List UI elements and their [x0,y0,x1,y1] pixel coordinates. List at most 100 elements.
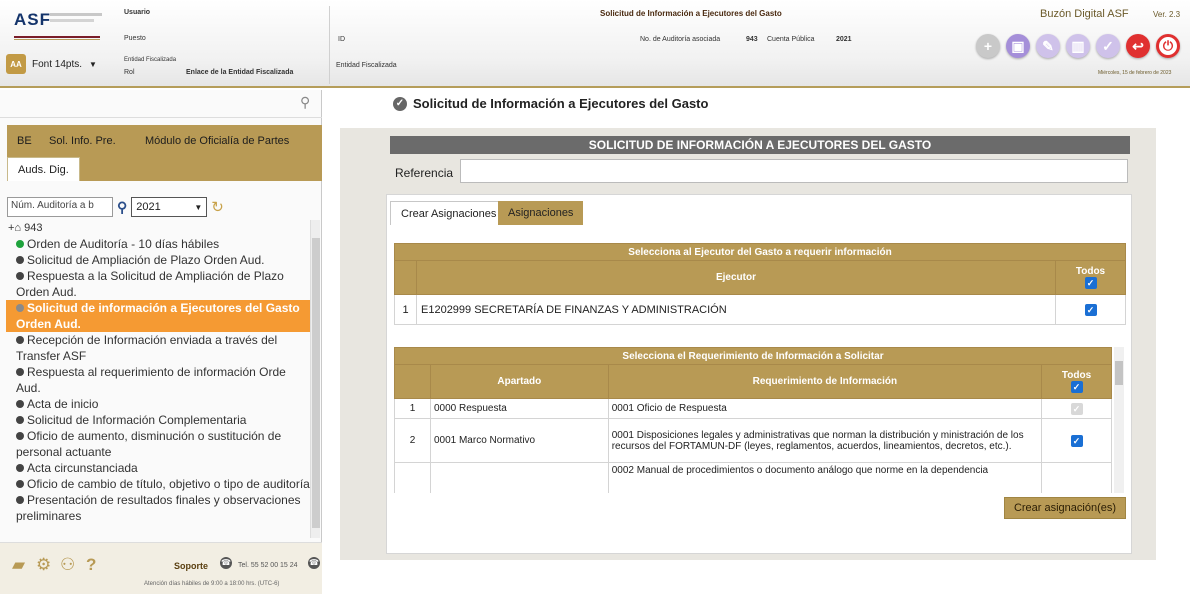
requerimiento-cell: 0002 Manual de procedimientos o document… [607,462,1043,493]
asf-logo: ASF [6,6,106,40]
save-icon[interactable]: ▣ [1006,34,1030,58]
folder-icon[interactable]: ▰ [12,555,25,575]
buzon-title: Buzón Digital ASF [1040,8,1129,20]
tree-item[interactable]: Oficio de aumento, disminución o sustitu… [6,428,310,460]
tree-item[interactable]: Respuesta al requerimiento de informació… [6,364,310,396]
pin-icon[interactable]: ⚲ [300,94,310,111]
form-card: SOLICITUD DE INFORMACIÓN A EJECUTORES DE… [340,128,1156,560]
atencion-label: Atención días hábiles de 9:00 a 18:00 hr… [144,581,280,587]
table-row: 1 E1202999 SECRETARÍA DE FINANZAS Y ADMI… [394,294,1126,325]
check-circle-icon: ✓ [393,96,407,111]
user-icon[interactable]: ⚇ [60,555,75,575]
requerimiento-cell: 0001 Disposiciones legales y administrat… [607,418,1043,463]
left-tabs: BE Sol. Info. Pre. Módulo de Oficialía d… [7,125,322,181]
tree-item[interactable]: Orden de Auditoría - 10 días hábiles [6,236,310,252]
status-dot-icon [16,496,24,504]
table-row: 0002 Manual de procedimientos o document… [394,462,1112,493]
page-heading: ✓ Solicitud de Información a Ejecutores … [393,96,708,111]
tree-item[interactable]: Solicitud de Ampliación de Plazo Orden A… [6,252,310,268]
table-row: 1 0000 Respuesta 0001 Oficio de Respuest… [394,398,1112,419]
status-dot-icon [16,304,24,312]
tree-root-label: 943 [24,222,43,234]
edit-icon[interactable]: ✎ [1036,34,1060,58]
apartado-cell: 0000 Respuesta [429,398,609,419]
status-dot-icon [16,368,24,376]
phone-label: Tel. 55 52 00 15 24 [238,562,298,569]
support-icon[interactable]: ☎ [220,557,232,569]
todos-header: Todos ✓ [1055,260,1126,295]
crear-asignacion-button[interactable]: Crear asignación(es) [1004,497,1126,519]
tree-item[interactable]: Acta de inicio [6,396,310,412]
tree-item[interactable]: Presentación de resultados finales y obs… [6,492,310,524]
todos-checkbox[interactable]: ✓ [1070,381,1083,393]
ejecutor-caption: Selecciona al Ejecutor del Gasto a reque… [394,243,1126,261]
refresh-icon[interactable]: ↻ [211,198,224,216]
delete-icon[interactable]: ▥ [1066,34,1090,58]
auditoria-label: No. de Auditoría asociada [640,36,721,43]
top-header: ASF Usuario Puesto Entidad Fiscalizada R… [0,0,1190,88]
audit-search-row: Núm. Auditoría a b ⚲ 2021 ▼ ↻ [7,196,322,218]
sign-icon[interactable]: ✓ [1096,34,1120,58]
chevron-down-icon: ▼ [89,59,97,69]
settings-icon[interactable]: ⚙ [36,555,51,575]
version-label: Ver. 2.3 [1153,10,1181,19]
tree-item[interactable]: Respuesta a la Solicitud de Ampliación d… [6,268,310,300]
logo-text: ASF [14,10,51,29]
requerimiento-checkbox-disabled[interactable]: ✓ [1070,402,1083,415]
status-dot-icon [16,272,24,280]
status-dot-icon [16,256,24,264]
status-dot-icon [16,336,24,344]
status-dot-icon [16,464,24,472]
add-icon[interactable]: + [976,34,1000,58]
audit-search-input[interactable]: Núm. Auditoría a b [7,197,113,217]
ejecutor-name: E1202999 SECRETARÍA DE FINANZAS Y ADMINI… [416,294,1056,325]
soporte-label: Soporte [174,561,209,571]
todos-checkbox[interactable]: ✓ [1084,277,1097,289]
cuenta-value: 2021 [836,36,852,43]
font-size-selector[interactable]: AA Font 14pts. ▼ [6,54,118,74]
todos-header: Todos ✓ [1041,364,1112,399]
requerimiento-scrollbar[interactable] [1114,347,1124,493]
tree-root[interactable]: +⌂ 943 [6,220,310,236]
ejecutor-header: Ejecutor [416,260,1056,295]
assignments-panel: Crear Asignaciones Asignaciones Seleccio… [386,194,1132,554]
chevron-down-icon: ▼ [194,202,203,212]
tab-sol-info-pre[interactable]: Sol. Info. Pre. [39,129,126,153]
pin-row: ⚲ [0,90,322,118]
tab-auds-dig[interactable]: Auds. Dig. [7,157,80,181]
req-caption: Selecciona el Requerimiento de Informaci… [394,347,1112,365]
year-select[interactable]: 2021 ▼ [131,197,208,217]
ejecutor-table: Selecciona al Ejecutor del Gasto a reque… [394,243,1126,325]
tree-item-selected[interactable]: Solicitud de información a Ejecutores de… [6,300,310,332]
window-title: Solicitud de Información a Ejecutores de… [600,9,782,18]
action-toolbar: + ▣ ✎ ▥ ✓ ↩ ⏻ [976,34,1180,58]
id-label: ID [338,36,345,43]
tab-asignaciones[interactable]: Asignaciones [498,201,584,225]
ejecutor-checkbox[interactable]: ✓ [1084,303,1097,316]
card-title: SOLICITUD DE INFORMACIÓN A EJECUTORES DE… [390,136,1130,154]
status-dot-icon [16,416,24,424]
left-panel: ⚲ BE Sol. Info. Pre. Módulo de Oficialía… [0,90,322,594]
tree-item[interactable]: Recepción de Información enviada a travé… [6,332,310,364]
back-icon[interactable]: ↩ [1126,34,1150,58]
tree-item[interactable]: Acta circunstanciada [6,460,310,476]
apartado-cell [429,462,609,493]
left-footer: ▰ ⚙ ⚇ ? Soporte ☎ Tel. 55 52 00 15 24 ☎ … [0,542,322,594]
tree-scrollbar[interactable] [310,220,320,538]
audit-tree: +⌂ 943 Orden de Auditoría - 10 días hábi… [6,220,310,538]
power-icon[interactable]: ⏻ [1156,34,1180,58]
tree-item[interactable]: Oficio de cambio de título, objetivo o t… [6,476,310,492]
requerimiento-checkbox[interactable]: ✓ [1070,434,1083,447]
tab-oficialia-partes[interactable]: Módulo de Oficialía de Partes [135,129,299,153]
requerimiento-cell: 0001 Oficio de Respuesta [607,398,1043,419]
table-row: 2 0001 Marco Normativo 0001 Disposicione… [394,418,1112,463]
tree-item[interactable]: Solicitud de Información Complementaria [6,412,310,428]
search-icon[interactable]: ⚲ [117,199,127,216]
help-icon[interactable]: ? [86,555,96,575]
tab-crear-asignaciones[interactable]: Crear Asignaciones [390,201,508,225]
referencia-input[interactable] [460,159,1128,183]
rol-value: Enlace de la Entidad Fiscalizada [186,69,294,76]
tab-be[interactable]: BE [7,129,42,153]
support-chat-icon[interactable]: ☎ [308,557,320,569]
status-dot-icon [16,240,24,248]
